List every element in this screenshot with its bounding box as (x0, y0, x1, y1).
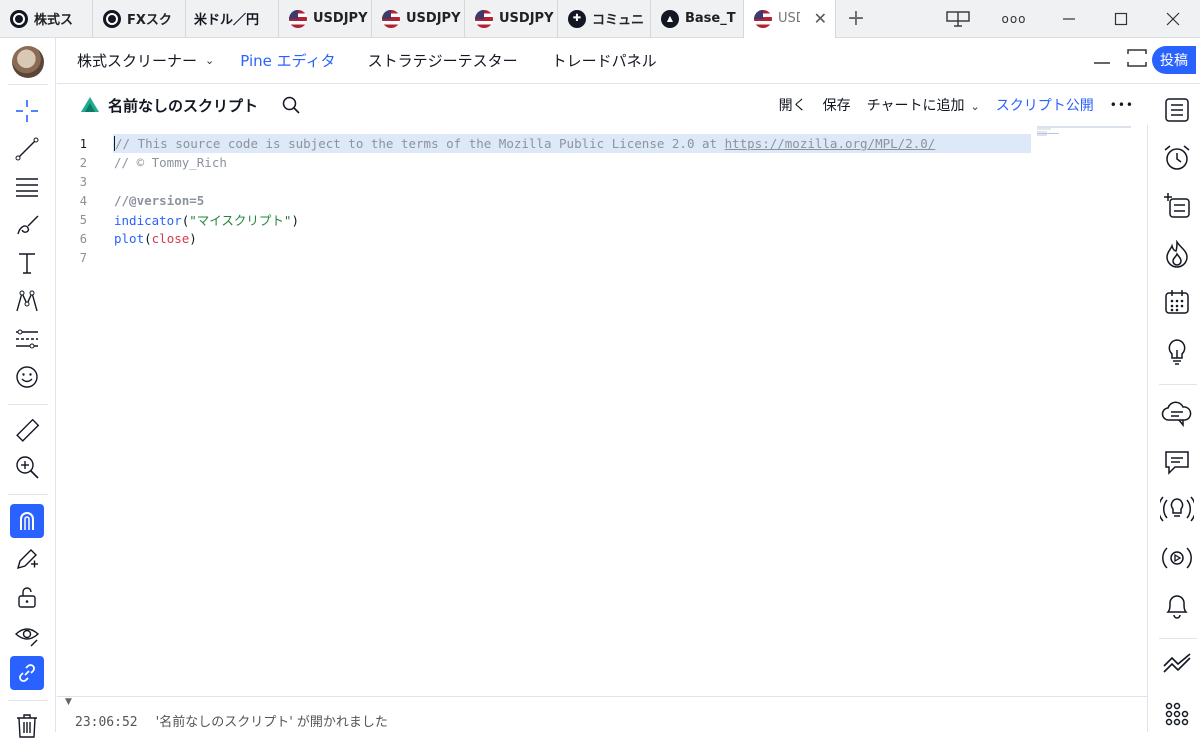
avatar[interactable] (12, 46, 44, 78)
divider (8, 404, 48, 405)
ruler-icon[interactable] (10, 414, 44, 448)
code-minimap[interactable] (1037, 126, 1137, 136)
more-options-icon[interactable]: ooo (991, 0, 1037, 38)
pine-logo-icon (81, 97, 99, 112)
divider (1159, 384, 1197, 385)
right-toolbar (1155, 84, 1200, 732)
link-icon[interactable] (10, 656, 44, 690)
bottom-panel-tabs: 株式スクリーナー ⌄ Pine エディタ ストラテジーテスター トレードパネル 投… (57, 38, 1200, 84)
crosshair-icon[interactable] (10, 94, 44, 128)
alarm-clock-icon[interactable] (1159, 140, 1195, 176)
tab-stock-screener[interactable]: 株式スクリーナー ⌄ (77, 50, 214, 71)
code-line: 7 (79, 250, 87, 265)
messages-icon[interactable] (1159, 444, 1195, 480)
live-stream-play-icon[interactable] (1159, 540, 1195, 576)
search-icon[interactable] (282, 96, 300, 114)
us-flag-icon (754, 9, 772, 28)
community-icon (568, 9, 586, 28)
code-line: 6 plot(close) (79, 231, 197, 246)
us-flag-icon (475, 9, 493, 28)
tradingview-icon (10, 9, 28, 28)
chevron-down-icon: ⌄ (970, 100, 980, 113)
browser-tab[interactable]: FXスク (93, 0, 186, 38)
zoom-in-icon[interactable] (10, 450, 44, 484)
chat-cloud-icon[interactable] (1159, 396, 1195, 432)
browser-tab[interactable]: USDJPY (279, 0, 372, 38)
chevron-down-icon[interactable]: ▼ (65, 697, 72, 707)
new-tab-button[interactable]: + (836, 6, 876, 31)
code-line: 5 indicator("マイスクリプト") (79, 212, 299, 229)
close-tab-icon[interactable]: ✕ (814, 9, 827, 28)
divider (1147, 125, 1148, 732)
maximize-window-button[interactable] (1098, 0, 1144, 38)
drawing-mode-icon[interactable] (10, 542, 44, 576)
tab-strategy-tester[interactable]: ストラテジーテスター (368, 50, 518, 71)
fib-retracement-icon[interactable] (10, 170, 44, 204)
open-button[interactable]: 開く (779, 95, 807, 115)
code-line: 2 // © Tommy_Rich (79, 155, 227, 170)
tab-pine-editor[interactable]: Pine エディタ (240, 50, 335, 71)
more-options-icon[interactable]: ••• (1110, 98, 1134, 112)
browser-tab[interactable]: USDJPY (465, 0, 558, 38)
prediction-tools-icon[interactable] (10, 322, 44, 356)
eye-icon[interactable] (10, 618, 44, 652)
divider (8, 494, 48, 495)
ideas-lightbulb-icon[interactable] (1159, 334, 1195, 370)
lock-icon[interactable] (10, 580, 44, 614)
maximize-panel-icon[interactable] (1126, 46, 1148, 70)
calendar-icon[interactable] (1159, 284, 1195, 320)
publish-script-button[interactable]: スクリプト公開 (996, 95, 1094, 115)
script-title[interactable]: 名前なしのスクリプト (108, 95, 258, 116)
browser-tab-active[interactable]: USD✕ (744, 0, 836, 38)
watchlist-icon[interactable] (1159, 92, 1195, 128)
post-button[interactable]: 投稿 (1152, 46, 1196, 74)
trend-line-icon[interactable] (10, 132, 44, 166)
editor-header: 名前なしのスクリプト 開く 保存 チャートに追加 ⌄ スクリプト公開 ••• (57, 85, 1148, 125)
browser-tab[interactable]: コミュニ (558, 0, 651, 38)
divider (8, 84, 48, 85)
emoji-icon[interactable] (10, 360, 44, 394)
base-icon (661, 9, 679, 28)
divider (1159, 638, 1197, 639)
trading-chart-icon[interactable] (1159, 648, 1195, 684)
code-editor[interactable]: 1 // This source code is subject to the … (57, 126, 1148, 696)
browser-tab[interactable]: Base_T (651, 0, 744, 38)
us-flag-icon (382, 9, 400, 28)
pattern-icon[interactable] (10, 284, 44, 318)
browser-tab[interactable]: USDJPY (372, 0, 465, 38)
chevron-down-icon: ⌄ (205, 54, 215, 67)
browser-tab[interactable]: 米ドル／円 (186, 0, 279, 38)
streams-lightbulb-icon[interactable] (1159, 492, 1195, 528)
editor-actions: 開く 保存 チャートに追加 ⌄ スクリプト公開 ••• (779, 85, 1134, 125)
add-to-chart-button[interactable]: チャートに追加 ⌄ (867, 95, 980, 115)
code-line: 1 // This source code is subject to the … (79, 136, 936, 151)
license-link[interactable]: https://mozilla.org/MPL/2.0/ (725, 136, 936, 151)
hotlist-fire-icon[interactable] (1159, 236, 1195, 272)
divider (8, 700, 48, 701)
code-line: 3 (79, 174, 87, 189)
code-line: 4 //@version=5 (79, 193, 205, 208)
console-message: 23:06:52 '名前なしのスクリプト' が開かれました (75, 715, 388, 730)
console-panel: ▼ 23:06:52 '名前なしのスクリプト' が開かれました (57, 696, 1148, 732)
browser-tab[interactable]: 株式ス (0, 0, 93, 38)
text-icon[interactable] (10, 246, 44, 280)
us-flag-icon (289, 9, 307, 28)
minimize-panel-icon[interactable] (1094, 50, 1110, 66)
tradingview-icon (103, 9, 121, 28)
brush-icon[interactable] (10, 208, 44, 242)
magnet-icon[interactable] (10, 504, 44, 538)
workspaces-icon[interactable] (935, 0, 981, 38)
left-drawing-toolbar (0, 38, 56, 738)
trash-icon[interactable] (10, 708, 44, 742)
apps-grid-icon[interactable] (1159, 696, 1195, 732)
add-watchlist-icon[interactable] (1159, 188, 1195, 224)
tab-trading-panel[interactable]: トレードパネル (552, 50, 657, 71)
minimize-window-button[interactable] (1046, 0, 1092, 38)
notifications-bell-icon[interactable] (1159, 588, 1195, 624)
save-button[interactable]: 保存 (823, 95, 851, 115)
close-window-button[interactable] (1150, 0, 1196, 38)
